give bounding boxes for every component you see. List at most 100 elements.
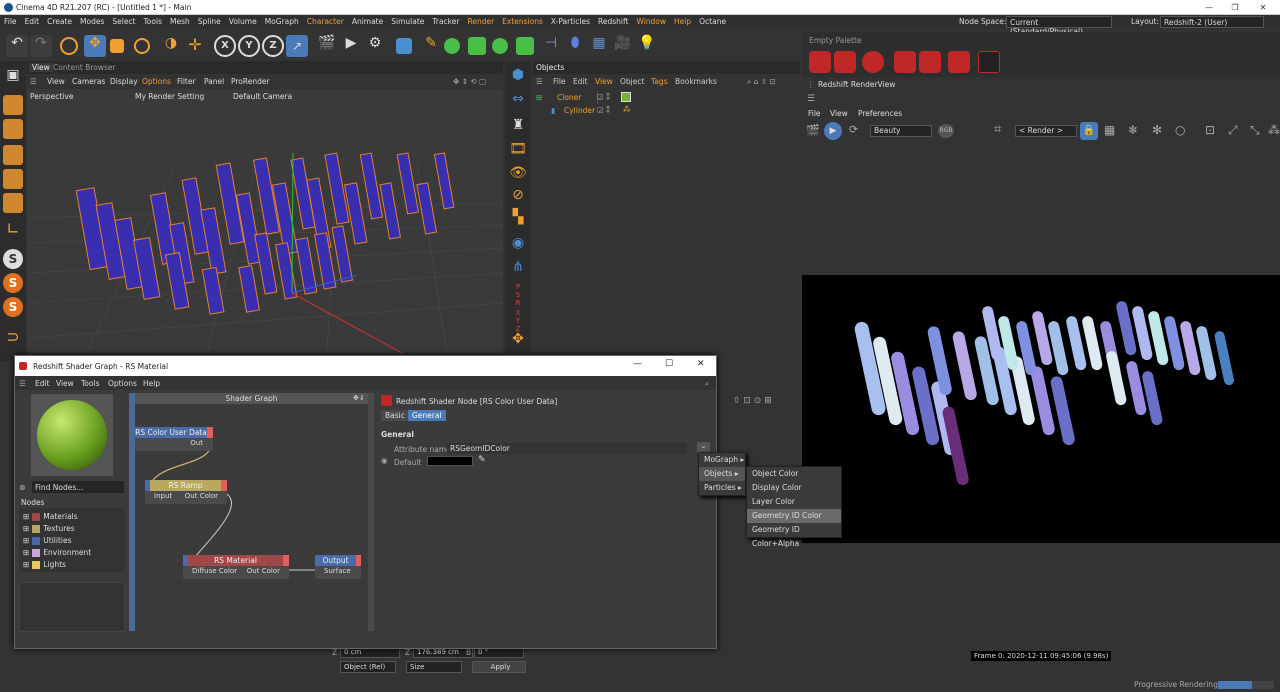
objects-menu-edit[interactable]: Edit [573, 77, 588, 86]
rs-palette-icon-1[interactable] [809, 51, 831, 73]
object-name-cylinder[interactable]: Cylinder [564, 106, 595, 115]
visibility-toggle[interactable]: ☑ ⁑ [597, 106, 610, 115]
node-space-dropdown[interactable]: Current (Standard/Physical) [1006, 16, 1112, 36]
apply-button[interactable]: Apply [472, 661, 526, 673]
psr-icon[interactable]: PSR [508, 283, 528, 307]
renderview-menu-preferences[interactable]: Preferences [858, 109, 902, 118]
node-rs-color-user-data[interactable]: RS Color User Data Out [135, 427, 213, 451]
grid-icon[interactable]: ▦ [1104, 123, 1115, 137]
sg-menu-view[interactable]: View [56, 379, 74, 388]
move-icon[interactable]: ✥ [84, 35, 106, 57]
live-selection-icon[interactable] [60, 37, 78, 55]
objects-search-icons[interactable]: ⌕ ⌂ ⇧ ⊡ [747, 77, 776, 87]
menu-display-color[interactable]: Display Color [747, 481, 841, 495]
menu-select[interactable]: Select [108, 15, 139, 29]
x-axis-icon[interactable]: X [214, 35, 236, 57]
sg-search-icon[interactable]: ⌕ [705, 379, 709, 389]
collapse-icon[interactable]: ⤡ [1250, 123, 1260, 138]
maximize-icon[interactable]: ❐ [1222, 0, 1248, 15]
menu-layer-color[interactable]: Layer Color [747, 495, 841, 509]
tab-general[interactable]: General [408, 410, 446, 421]
rotate-icon[interactable] [134, 38, 150, 54]
sg-menu-edit[interactable]: Edit [35, 379, 50, 388]
renderview-menu-icon[interactable]: ☰ [807, 94, 815, 104]
attr-name-input[interactable]: RSGeomIDColor [447, 443, 687, 454]
camera-icon[interactable]: 🎥 [612, 35, 634, 57]
light-icon[interactable]: 💡 [636, 35, 658, 57]
menu-edit[interactable]: Edit [21, 15, 44, 29]
magnet-icon[interactable]: ⊃ [3, 327, 23, 347]
menu-help[interactable]: Help [670, 15, 695, 29]
object-icon-2[interactable]: ⇔ [508, 91, 528, 111]
menu-mesh[interactable]: Mesh [166, 15, 194, 29]
menu-geometry-id-color[interactable]: Geometry ID Color [747, 509, 841, 523]
renderview-menu-view[interactable]: View [830, 109, 848, 118]
render-camera-dropdown[interactable]: < Render > [1015, 125, 1077, 137]
x-axis-gizmo[interactable] [291, 292, 403, 353]
texture-mode-icon[interactable] [3, 119, 23, 139]
eyedropper-icon[interactable]: ✎ [478, 455, 486, 465]
rs-palette-icon-6[interactable] [948, 51, 970, 73]
menu-geometry-id-color-alpha[interactable]: Geometry ID Color+Alpha [747, 523, 841, 548]
bokeh-icon[interactable]: ⁂ [1268, 123, 1280, 137]
extrude-icon[interactable] [468, 37, 486, 55]
layout-dropdown[interactable]: Redshift-2 (User) [1160, 16, 1264, 28]
axis-mode-icon[interactable]: ∟ [3, 219, 23, 239]
objects-menu-file[interactable]: File [553, 77, 566, 86]
sg-menu-options[interactable]: Options [108, 379, 137, 388]
objects-menu-tags[interactable]: Tags [651, 77, 668, 86]
menu-modes[interactable]: Modes [76, 15, 108, 29]
tab-view[interactable]: View [29, 63, 53, 72]
object-icon-1[interactable]: ⬢ [508, 67, 528, 87]
minimize-icon[interactable]: — [1196, 0, 1222, 15]
shader-graph-canvas[interactable]: Shader Graph ✥⇓ RS Color User Data Out R… [129, 393, 374, 631]
rs-palette-icon-7[interactable] [978, 51, 1000, 73]
rs-palette-icon-3[interactable] [862, 51, 884, 73]
menu-x-particles[interactable]: X-Particles [547, 15, 594, 29]
rs-palette-icon-2[interactable] [834, 51, 856, 73]
material-tag-icon[interactable] [621, 92, 631, 102]
objects-menu-object[interactable]: Object [620, 77, 644, 86]
tab-content-browser[interactable]: Content Browser [53, 63, 116, 72]
menu-object-color[interactable]: Object Color [747, 467, 841, 481]
tree-item-materials[interactable]: ⊞ Materials [23, 512, 78, 524]
attributes-nav-icons[interactable]: ⇧ ⊡ ⊙ ⊞ [733, 396, 772, 406]
tree-item-textures[interactable]: ⊞ Textures [23, 524, 75, 536]
menu-render[interactable]: Render [463, 15, 498, 29]
scale-icon[interactable] [110, 39, 124, 53]
viewport-menu-filter[interactable]: Filter [177, 77, 196, 86]
snap-icon[interactable]: S [3, 249, 23, 269]
refresh-icon[interactable]: ⟳ [849, 123, 858, 136]
tree-item-environment[interactable]: ⊞ Environment [23, 548, 91, 560]
menu-volume[interactable]: Volume [225, 15, 261, 29]
rs-palette-icon-4[interactable] [894, 51, 916, 73]
3d-viewport[interactable]: View Content Browser ☰ View Cameras Disp… [27, 61, 503, 353]
objects-menu-bookmarks[interactable]: Bookmarks [675, 77, 717, 86]
render-to-picture-viewer-icon[interactable]: ▶ [340, 35, 362, 57]
circle-icon[interactable]: ○ [1175, 123, 1185, 137]
tab-basic[interactable]: Basic [381, 410, 409, 421]
menu-create[interactable]: Create [43, 15, 76, 29]
menu-tracker[interactable]: Tracker [428, 15, 463, 29]
menu-objects-category[interactable]: Objects ▸ [699, 467, 745, 481]
world-coordinates-icon[interactable]: ↗ [286, 35, 308, 57]
sg-maximize-icon[interactable]: ☐ [665, 359, 673, 369]
sg-menu-icon[interactable]: ☰ [19, 379, 26, 388]
phong-tag-icon[interactable]: ⁂ [623, 105, 631, 114]
checker-icon[interactable]: ▚ [508, 209, 528, 229]
edges-mode-icon[interactable] [3, 169, 23, 189]
start-render-icon[interactable]: ▶ [824, 122, 842, 140]
undo-icon[interactable]: ↶ [6, 35, 28, 57]
menu-mograph-category[interactable]: MoGraph ▸ [699, 453, 745, 467]
visibility-toggle[interactable]: ☑ ⁑ [597, 93, 610, 102]
y-axis-icon[interactable]: Y [238, 35, 260, 57]
menu-animate[interactable]: Animate [348, 15, 387, 29]
object-name-cloner[interactable]: Cloner [557, 93, 581, 102]
z-axis-icon[interactable]: Z [262, 35, 284, 57]
menu-octane[interactable]: Octane [695, 15, 730, 29]
render-settings-icon[interactable]: ⚙ [364, 35, 386, 57]
viewport-menu-view[interactable]: View [47, 77, 65, 86]
tree-item-lights[interactable]: ⊞ Lights [23, 560, 66, 572]
coord-size-dropdown[interactable]: Size [406, 661, 462, 673]
cube-icon[interactable] [396, 38, 412, 54]
